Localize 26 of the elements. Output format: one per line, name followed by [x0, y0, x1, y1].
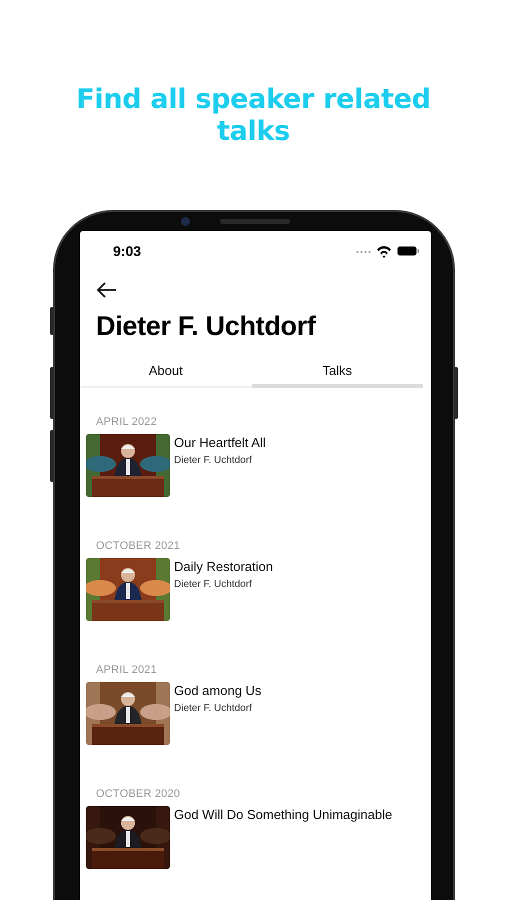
talk-title: Daily Restoration — [174, 559, 273, 574]
talk-speaker: Dieter F. Uchtdorf — [174, 455, 253, 466]
talk-item[interactable]: Daily Restoration Dieter F. Uchtdorf — [86, 558, 431, 621]
speaker-grille — [220, 219, 290, 224]
talk-item[interactable]: God among Us Dieter F. Uchtdorf — [86, 682, 431, 745]
wifi-icon — [376, 244, 392, 258]
camera-lens — [181, 217, 190, 226]
talk-item[interactable]: God Will Do Something Unimaginable — [86, 806, 431, 869]
section-heading: OCTOBER 2020 — [96, 788, 182, 800]
section-heading: APRIL 2022 — [96, 416, 158, 428]
battery-icon — [397, 246, 419, 256]
tab[interactable]: About — [80, 356, 252, 388]
talk-speaker: Dieter F. Uchtdorf — [174, 703, 253, 714]
status-time: 9:03 — [113, 243, 142, 259]
back-arrow-icon — [96, 281, 118, 299]
speaker-name: Dieter F. Uchtdorf — [96, 311, 317, 342]
talk-title: God among Us — [174, 683, 262, 698]
tab[interactable]: Talks — [252, 356, 423, 388]
talk-item[interactable]: Our Heartfelt All Dieter F. Uchtdorf — [86, 434, 431, 497]
talk-title: God Will Do Something Unimaginable — [174, 807, 392, 822]
headline: Find all speaker related talks — [75, 84, 432, 148]
section-heading: APRIL 2021 — [96, 664, 158, 676]
signal-icon — [356, 248, 371, 254]
talk-title: Our Heartfelt All — [174, 435, 266, 450]
talk-speaker: Dieter F. Uchtdorf — [174, 579, 253, 590]
section-heading: OCTOBER 2021 — [96, 540, 182, 552]
